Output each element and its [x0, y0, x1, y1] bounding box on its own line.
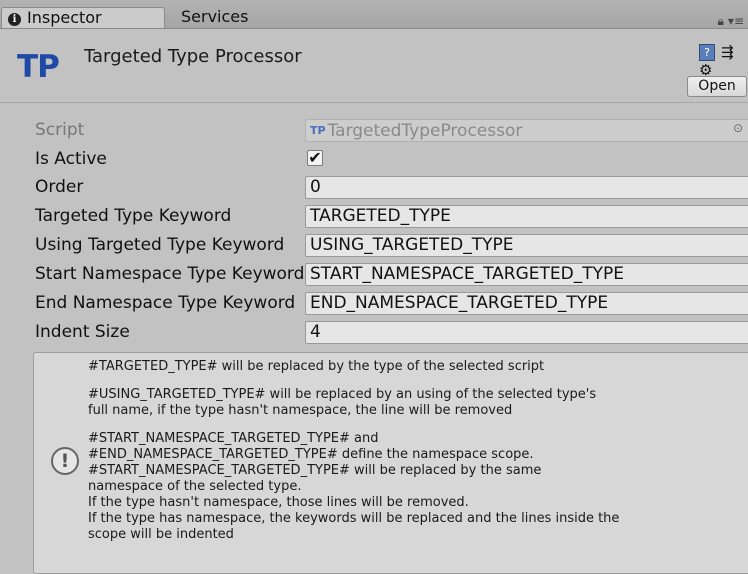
start-namespace-field[interactable]: START_NAMESPACE_TARGETED_TYPE — [305, 263, 748, 286]
indent-size-label: Indent Size — [35, 322, 130, 342]
targeted-keyword-row: Targeted Type Keyword TARGETED_TYPE — [0, 202, 748, 230]
end-namespace-row: End Namespace Type Keyword END_NAMESPACE… — [0, 289, 748, 317]
targeted-keyword-field[interactable]: TARGETED_TYPE — [305, 205, 748, 228]
is-active-row: Is Active ✔ — [0, 145, 748, 173]
order-label: Order — [35, 177, 84, 197]
help-paragraph-namespace: #START_NAMESPACE_TARGETED_TYPE# and #END… — [88, 431, 620, 542]
start-namespace-row: Start Namespace Type Keyword START_NAMES… — [0, 260, 748, 288]
object-picker-icon[interactable]: ⊙ — [733, 121, 743, 135]
start-namespace-label: Start Namespace Type Keyword — [35, 264, 305, 284]
help-paragraph-targeted: #TARGETED_TYPE# will be replaced by the … — [88, 359, 545, 374]
order-row: Order 0 — [0, 173, 748, 201]
inspector-header: TP Targeted Type Processor ? ⇶⚙ Open — [0, 29, 748, 103]
tab-services[interactable]: Services — [167, 7, 317, 28]
tab-menu-icon[interactable]: ▾≡ — [728, 14, 744, 28]
tab-bar: i Inspector Services 🔒︎ ▾≡ — [0, 0, 748, 29]
help-paragraph-using: #USING_TARGETED_TYPE# will be replaced b… — [88, 387, 597, 418]
using-keyword-field[interactable]: USING_TARGETED_TYPE — [305, 234, 748, 257]
tab-inspector-label: Inspector — [27, 8, 102, 27]
end-namespace-field[interactable]: END_NAMESPACE_TARGETED_TYPE — [305, 292, 748, 315]
help-box: ! #TARGETED_TYPE# will be replaced by th… — [33, 352, 748, 574]
script-row: Script TP TargetedTypeProcessor ⊙ — [0, 116, 748, 144]
open-button[interactable]: Open — [687, 76, 747, 97]
tab-controls: 🔒︎ ▾≡ — [714, 14, 744, 29]
tab-services-label: Services — [181, 7, 249, 26]
tp-logo-icon: TP — [17, 49, 60, 85]
help-book-icon[interactable]: ? — [699, 44, 715, 61]
component-title: Targeted Type Processor — [84, 46, 302, 67]
exclamation-icon: ! — [51, 447, 79, 475]
lock-icon[interactable]: 🔒︎ — [718, 14, 724, 28]
info-icon: i — [8, 13, 21, 26]
is-active-label: Is Active — [35, 149, 107, 169]
help-text: #TARGETED_TYPE# will be replaced by the … — [88, 359, 748, 555]
end-namespace-label: End Namespace Type Keyword — [35, 293, 296, 313]
preset-icon[interactable]: ⇶ — [721, 43, 734, 61]
script-label: Script — [35, 120, 85, 140]
using-keyword-label: Using Targeted Type Keyword — [35, 235, 285, 255]
order-field[interactable]: 0 — [305, 176, 748, 199]
tab-inspector[interactable]: i Inspector — [1, 7, 165, 28]
header-icons: ? ⇶⚙ — [699, 43, 748, 79]
script-field[interactable]: TP TargetedTypeProcessor — [305, 119, 748, 142]
script-value: TargetedTypeProcessor — [327, 121, 523, 141]
indent-size-field[interactable]: 4 — [305, 321, 748, 344]
is-active-checkbox[interactable]: ✔ — [307, 150, 323, 166]
targeted-keyword-label: Targeted Type Keyword — [35, 206, 232, 226]
using-keyword-row: Using Targeted Type Keyword USING_TARGET… — [0, 231, 748, 259]
script-tp-icon: TP — [310, 124, 326, 137]
indent-size-row: Indent Size 4 — [0, 318, 748, 346]
